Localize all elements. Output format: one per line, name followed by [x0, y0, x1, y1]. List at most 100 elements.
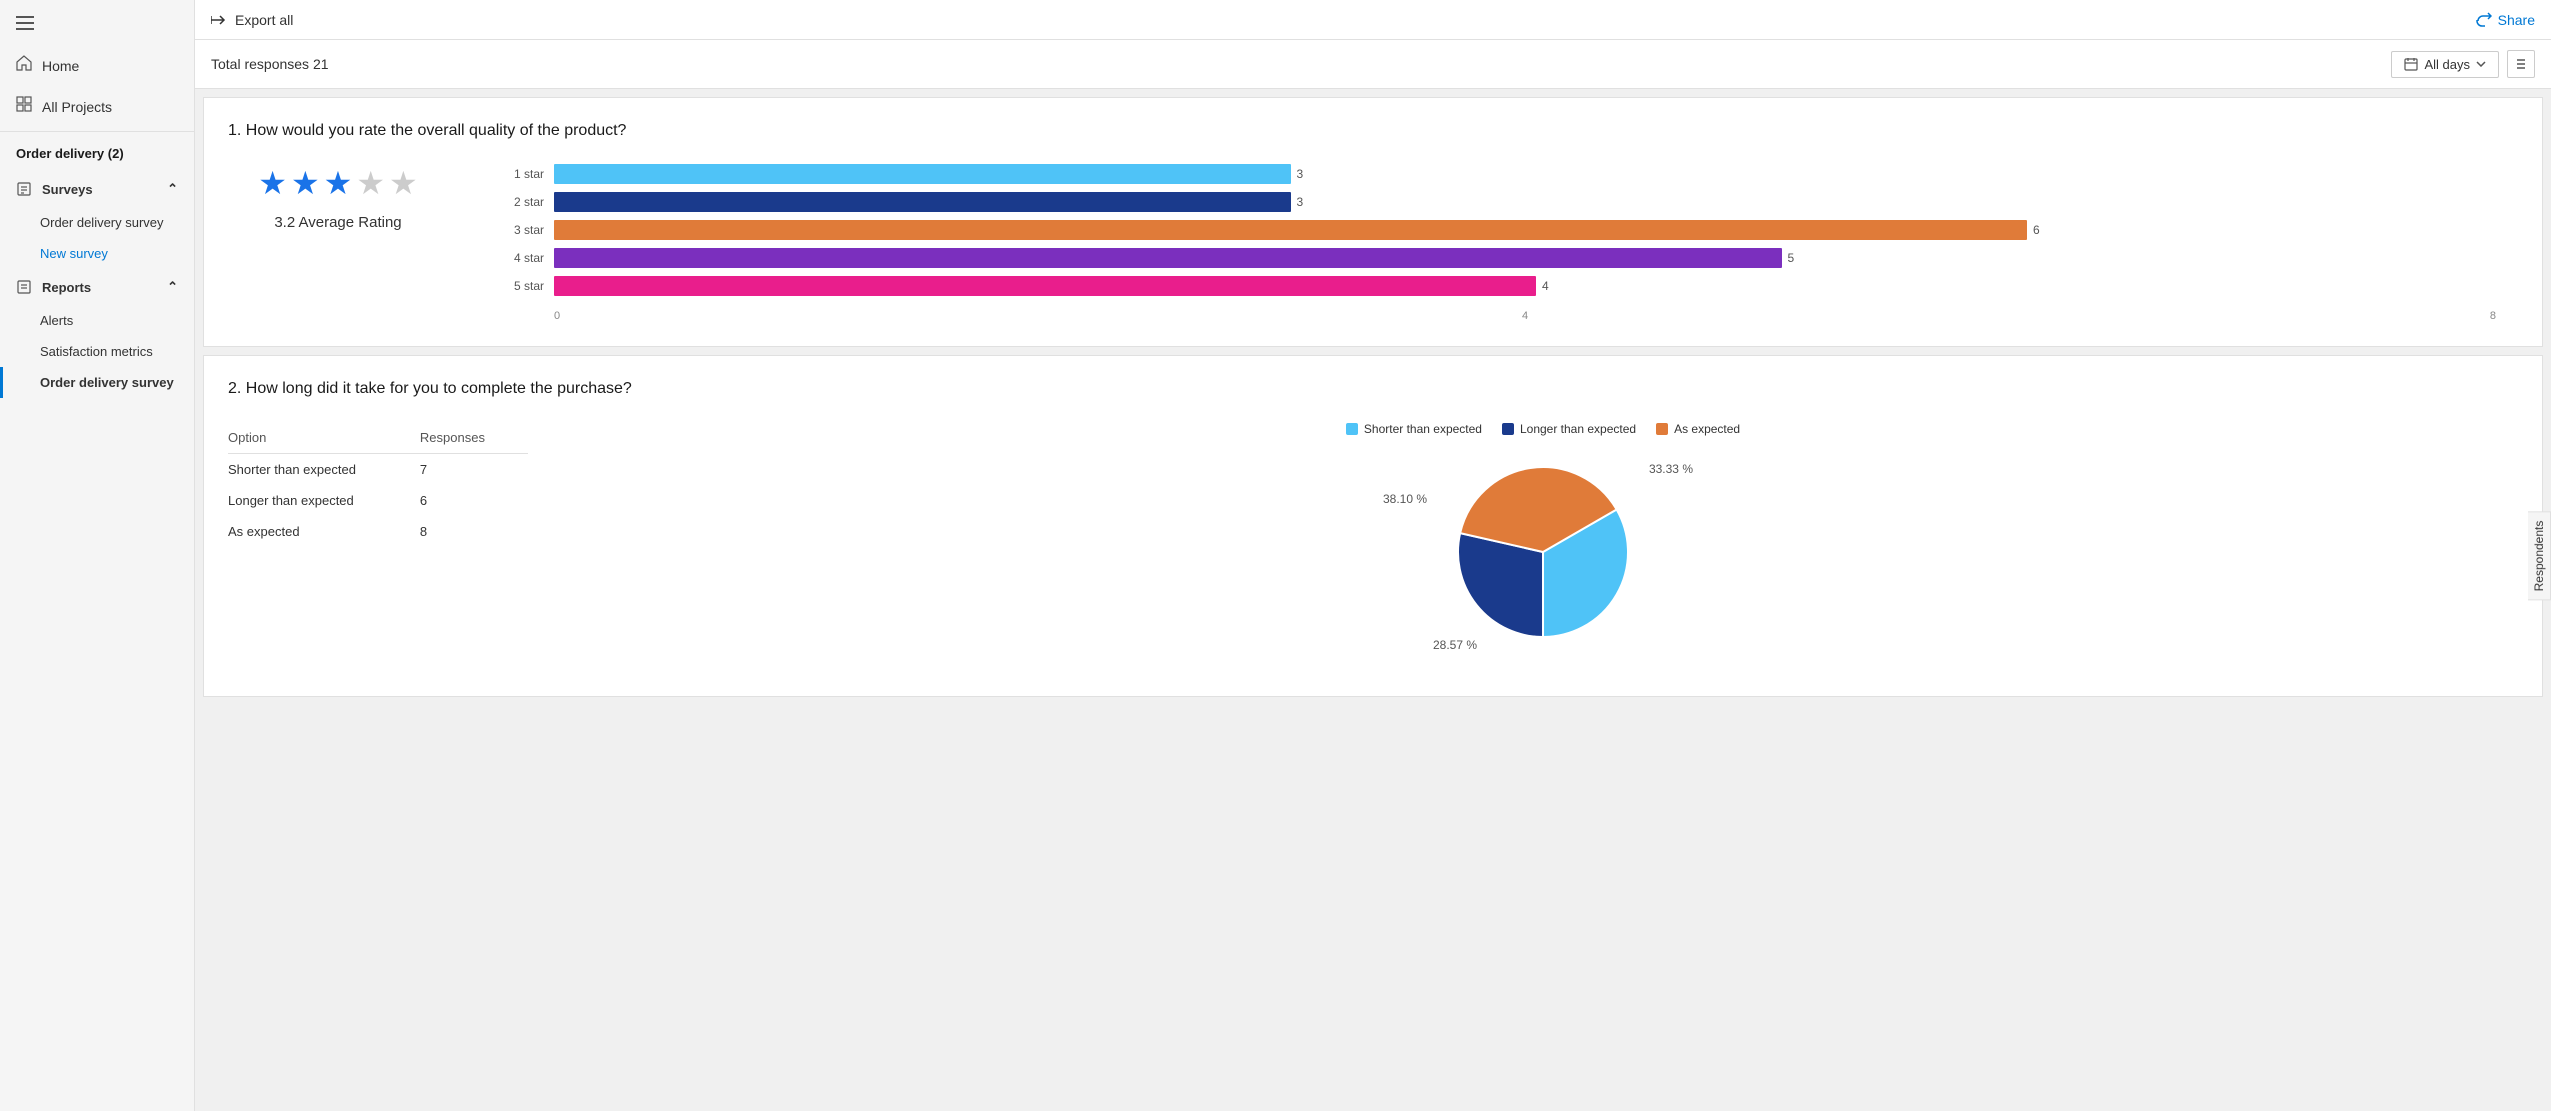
legend-label: As expected	[1674, 422, 1740, 436]
bar-row: 5 star 4	[508, 276, 2518, 296]
bar-fill	[554, 248, 1782, 268]
bar-value: 3	[1297, 167, 1313, 181]
pie-legend: Shorter than expected Longer than expecte…	[1346, 422, 1740, 436]
sidebar-divider	[0, 131, 194, 132]
reports-section-header[interactable]: Reports ⌃	[0, 269, 194, 305]
option-cell: Longer than expected	[228, 485, 420, 516]
pie-chart-area: Shorter than expected Longer than expecte…	[568, 422, 2518, 672]
sidebar-item-home[interactable]: Home	[0, 45, 194, 86]
bar-label: 2 star	[508, 195, 544, 209]
sidebar-item-new-survey[interactable]: New survey	[0, 238, 194, 269]
axis-label: 4	[1522, 310, 1528, 322]
respondents-panel-label[interactable]: Respondents	[2528, 511, 2551, 600]
all-days-label: All days	[2424, 57, 2470, 72]
bar-label: 4 star	[508, 251, 544, 265]
bar-row: 4 star 5	[508, 248, 2518, 268]
home-icon	[16, 55, 32, 76]
projects-icon	[16, 96, 32, 117]
main-content: Export all Share Total responses 21 All …	[195, 0, 2551, 1111]
collapse-button[interactable]	[2507, 50, 2535, 78]
bar-label: 5 star	[508, 279, 544, 293]
sidebar-item-alerts[interactable]: Alerts	[0, 305, 194, 336]
legend-item: As expected	[1656, 422, 1740, 436]
sidebar: Home All Projects Order delivery (2) Sur…	[0, 0, 195, 1111]
home-label: Home	[42, 58, 79, 74]
star-4: ★	[356, 164, 385, 202]
table-row: As expected8	[228, 516, 528, 547]
bar-value: 4	[1542, 279, 1558, 293]
chart-axis: 0 4 8	[554, 310, 2518, 322]
pie-label-as-expected: 38.10 %	[1383, 492, 1427, 506]
bar-row: 1 star 3	[508, 164, 2518, 184]
sidebar-item-order-delivery-report[interactable]: Order delivery survey	[0, 367, 194, 398]
option-cell: As expected	[228, 516, 420, 547]
sub-header: Total responses 21 All days	[195, 40, 2551, 89]
pie-label-longer: 28.57 %	[1433, 638, 1477, 652]
star-rating: ★ ★ ★ ★ ★	[258, 164, 417, 202]
sidebar-item-all-projects[interactable]: All Projects	[0, 86, 194, 127]
legend-label: Longer than expected	[1520, 422, 1636, 436]
order-delivery-header: Order delivery (2)	[0, 136, 194, 171]
sidebar-item-satisfaction-metrics[interactable]: Satisfaction metrics	[0, 336, 194, 367]
rating-display: ★ ★ ★ ★ ★ 3.2 Average Rating	[228, 164, 448, 231]
bar-label: 1 star	[508, 167, 544, 181]
bar-label: 3 star	[508, 223, 544, 237]
reports-label: Reports	[42, 280, 91, 295]
all-days-filter[interactable]: All days	[2391, 51, 2499, 78]
bar-value: 6	[2033, 223, 2049, 237]
bar-chart: 1 star 3 2 star 3 3 star 6 4 star 5 5 star 4 0 4 8	[488, 164, 2518, 322]
responses-cell: 8	[420, 516, 528, 547]
col-option: Option	[228, 422, 420, 454]
question-2-section: 2. How long did it take for you to compl…	[203, 355, 2543, 697]
menu-icon[interactable]	[0, 8, 194, 45]
responses-cell: 7	[420, 454, 528, 486]
table-row: Longer than expected6	[228, 485, 528, 516]
bar-value: 3	[1297, 195, 1313, 209]
legend-color	[1502, 423, 1514, 435]
bar-fill	[554, 192, 1291, 212]
question-2-title: 2. How long did it take for you to compl…	[228, 380, 2518, 398]
reports-collapse-icon: ⌃	[167, 279, 178, 295]
average-rating: 3.2 Average Rating	[274, 214, 401, 231]
bar-fill	[554, 220, 2027, 240]
pie-label-shorter: 33.33 %	[1649, 462, 1693, 476]
total-responses: Total responses 21	[211, 56, 329, 72]
surveys-collapse-icon: ⌃	[167, 181, 178, 197]
table-row: Shorter than expected7	[228, 454, 528, 486]
star-5: ★	[389, 164, 418, 202]
legend-item: Longer than expected	[1502, 422, 1636, 436]
legend-color	[1656, 423, 1668, 435]
legend-color	[1346, 423, 1358, 435]
col-responses: Responses	[420, 422, 528, 454]
question-1-content: ★ ★ ★ ★ ★ 3.2 Average Rating 1 star32 st…	[228, 164, 2518, 322]
option-cell: Shorter than expected	[228, 454, 420, 486]
export-all-button[interactable]: Export all	[211, 12, 293, 28]
bar-row: 3 star 6	[508, 220, 2518, 240]
legend-label: Shorter than expected	[1364, 422, 1482, 436]
responses-cell: 6	[420, 485, 528, 516]
bar-fill	[554, 276, 1536, 296]
star-3: ★	[324, 164, 353, 202]
bar-row: 2 star 3	[508, 192, 2518, 212]
share-button[interactable]: Share	[2476, 12, 2535, 28]
share-label: Share	[2498, 12, 2535, 28]
legend-item: Shorter than expected	[1346, 422, 1482, 436]
question-1-section: 1. How would you rate the overall qualit…	[203, 97, 2543, 347]
surveys-section-header[interactable]: Surveys ⌃	[0, 171, 194, 207]
all-projects-label: All Projects	[42, 99, 112, 115]
bar-fill	[554, 164, 1291, 184]
export-all-label: Export all	[235, 12, 293, 28]
axis-label: 0	[554, 310, 560, 322]
question-1-title: 1. How would you rate the overall qualit…	[228, 122, 2518, 140]
pie-chart-container: 33.33 % 28.57 % 38.10 %	[1423, 452, 1663, 672]
toolbar: Export all Share	[195, 0, 2551, 40]
surveys-label: Surveys	[42, 182, 93, 197]
filter-area: All days	[2391, 50, 2535, 78]
star-2: ★	[291, 164, 320, 202]
q2-table: Option Responses Shorter than expected7L…	[228, 422, 528, 547]
star-1: ★	[258, 164, 287, 202]
sidebar-item-order-delivery-survey[interactable]: Order delivery survey	[0, 207, 194, 238]
bar-value: 5	[1788, 251, 1804, 265]
axis-label: 8	[2490, 310, 2496, 322]
content-scroll[interactable]: 1. How would you rate the overall qualit…	[195, 89, 2551, 1111]
